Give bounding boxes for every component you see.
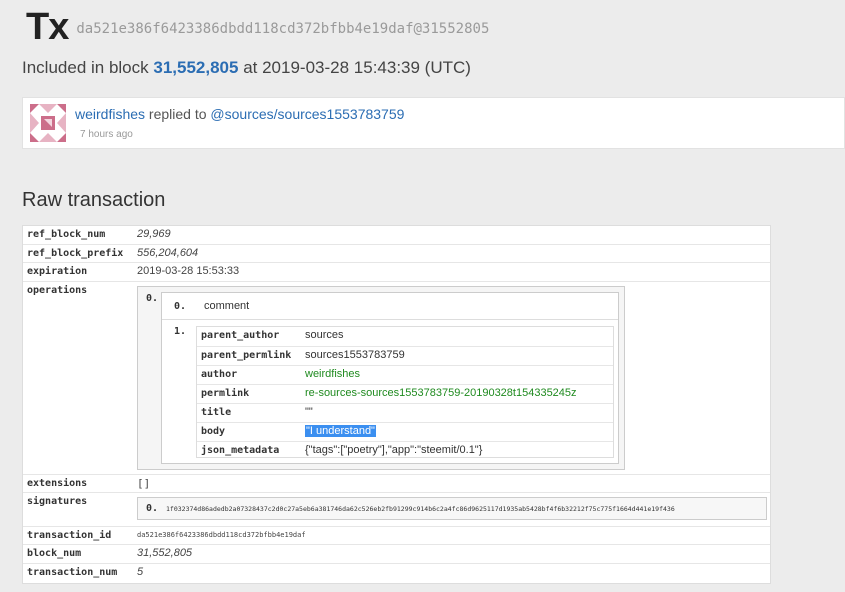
raw-transaction-table: ref_block_num 29,969 ref_block_prefix 55… (22, 225, 771, 584)
field-value: 31,552,805 (137, 547, 193, 559)
section-title: Raw transaction (22, 189, 166, 211)
page-title: Tx (26, 6, 69, 48)
signature-index: 0. (146, 503, 159, 514)
field-key: ref_block_num (27, 229, 106, 240)
field-value: 556,204,604 (137, 247, 199, 259)
field-value: da521e386f6423386dbdd118cd372bfbb4e19daf (137, 531, 306, 539)
author-link[interactable]: weirdfishes (75, 106, 145, 122)
field-key: extensions (27, 478, 88, 489)
field-value: "" (305, 406, 313, 418)
field-key: json_metadata (201, 445, 280, 456)
included-time: at 2019-03-28 15:43:39 (UTC) (243, 58, 471, 77)
identicon-avatar[interactable] (30, 104, 66, 142)
field-parent-author: parent_author sources (197, 327, 613, 346)
signature-value: 1f032374d86adedb2a07328437c2d0c27a5eb6a3… (166, 505, 675, 513)
operation-index: 0. (146, 293, 159, 304)
parent-post-link[interactable]: @sources/sources1553783759 (210, 106, 404, 122)
field-value: sources1553783759 (305, 349, 405, 361)
field-key: transaction_num (27, 567, 118, 578)
field-key: ref_block_prefix (27, 248, 124, 259)
tx-reference: da521e386f6423386dbdd118cd372bfbb4e19daf… (76, 21, 490, 37)
field-key: body (201, 426, 226, 437)
field-value: sources (305, 329, 344, 341)
field-key: transaction_id (27, 530, 112, 541)
row-expiration: expiration 2019-03-28 15:53:33 (23, 262, 770, 281)
operation-item: 0. comment 1. parent_author sources pare… (161, 292, 619, 464)
operations-list: 0. 0. comment 1. parent_author sources p… (137, 286, 625, 470)
field-key: operations (27, 285, 88, 296)
row-ref-block-prefix: ref_block_prefix 556,204,604 (23, 244, 770, 262)
field-value: re-sources-sources1553783759-20190328t15… (305, 387, 577, 399)
field-key: permlink (201, 388, 250, 399)
op-type-index: 0. (174, 301, 187, 312)
field-key: parent_permlink (201, 350, 292, 361)
field-value[interactable]: "I understand" (305, 425, 376, 437)
row-transaction-id: transaction_id da521e386f6423386dbdd118c… (23, 526, 770, 544)
row-ref-block-num: ref_block_num 29,969 (23, 226, 770, 244)
field-author: author weirdfishes (197, 365, 613, 384)
field-parent-permlink: parent_permlink sources1553783759 (197, 346, 613, 365)
row-operations: operations 0. 0. comment 1. parent_autho… (23, 281, 770, 474)
op-type: comment (204, 300, 250, 312)
field-permlink: permlink re-sources-sources1553783759-20… (197, 384, 613, 403)
field-key: title (201, 407, 232, 418)
field-value: weirdfishes (305, 368, 361, 380)
field-value: [] (137, 477, 151, 490)
field-key: parent_author (201, 330, 280, 341)
included-in-block: Included in block 31,552,805 at 2019-03-… (22, 58, 471, 78)
op-body-index: 1. (174, 326, 187, 337)
field-body: body "I understand" (197, 422, 613, 441)
field-key: author (201, 369, 238, 380)
row-transaction-num: transaction_num 5 (23, 563, 770, 583)
field-title: title "" (197, 403, 613, 422)
included-prefix: Included in block (22, 58, 149, 77)
field-value: {"tags":["poetry"],"app":"steemit/0.1"} (305, 444, 483, 456)
comment-fields: parent_author sources parent_permlink so… (196, 326, 614, 458)
divider (162, 319, 618, 320)
row-extensions: extensions [] (23, 474, 770, 492)
row-signatures: signatures 0. 1f032374d86adedb2a07328437… (23, 492, 770, 526)
reply-card: weirdfishes replied to @sources/sources1… (22, 97, 845, 149)
field-json-metadata: json_metadata {"tags":["poetry"],"app":"… (197, 441, 613, 460)
field-value: 5 (137, 566, 144, 578)
reply-line: weirdfishes replied to @sources/sources1… (75, 106, 404, 122)
signatures-list: 0. 1f032374d86adedb2a07328437c2d0c27a5eb… (137, 497, 767, 520)
page-header: Tx da521e386f6423386dbdd118cd372bfbb4e19d… (26, 6, 489, 49)
field-key: expiration (27, 266, 88, 277)
row-block-num: block_num 31,552,805 (23, 544, 770, 563)
block-link[interactable]: 31,552,805 (153, 58, 238, 77)
time-ago: 7 hours ago (80, 129, 133, 140)
field-key: block_num (27, 548, 82, 559)
reply-action: replied to (148, 106, 207, 122)
field-value: 29,969 (137, 228, 171, 240)
field-key: signatures (27, 496, 88, 507)
field-value: 2019-03-28 15:53:33 (137, 265, 240, 277)
